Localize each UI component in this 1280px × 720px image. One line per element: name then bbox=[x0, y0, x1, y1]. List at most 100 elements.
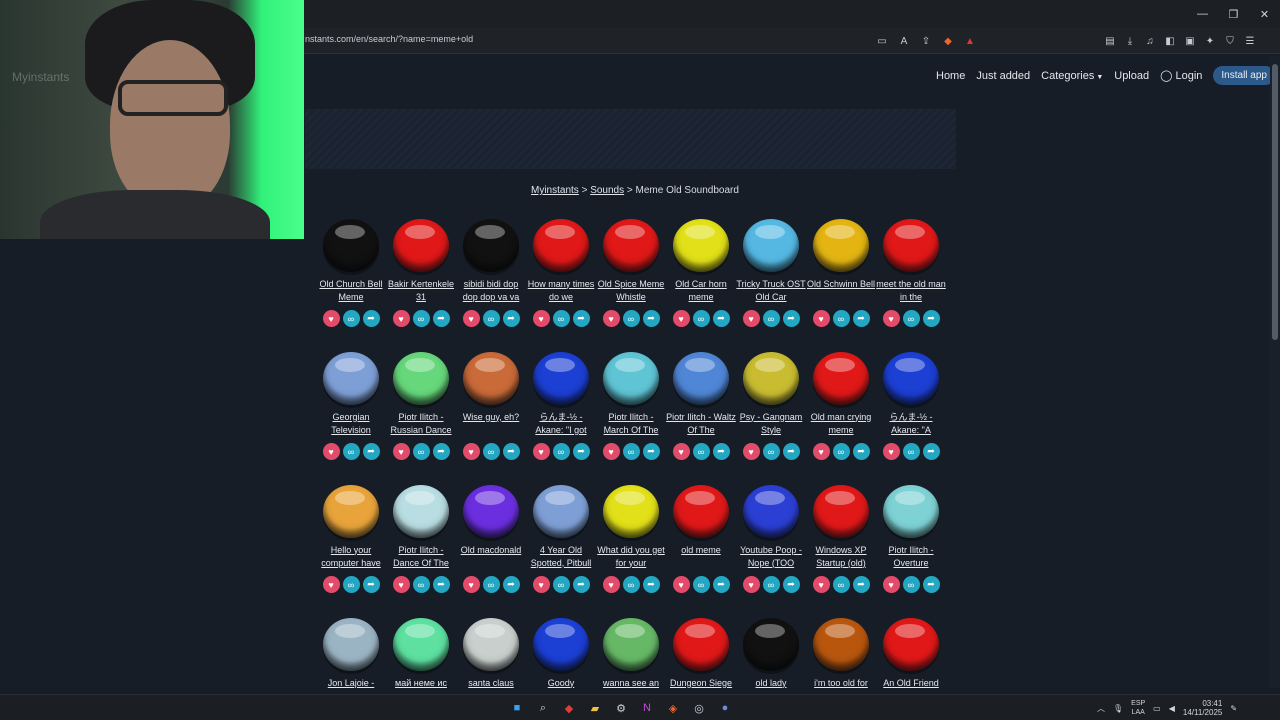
notification-icon[interactable]: ✎ bbox=[1230, 704, 1237, 713]
sound-title-link[interactable]: らんま-½ - Akane: "A bbox=[876, 411, 946, 435]
sound-title-link[interactable]: Old macdonald bbox=[456, 544, 526, 568]
sound-play-button[interactable] bbox=[463, 352, 519, 405]
share-arrow-icon[interactable]: ➦ bbox=[712, 310, 730, 327]
share-arrow-icon[interactable]: ➦ bbox=[782, 576, 800, 593]
favorite-heart-icon[interactable]: ♥ bbox=[812, 443, 830, 460]
sound-title-link[interactable]: Old Car horn meme bbox=[666, 278, 736, 302]
copy-link-icon[interactable]: ∞ bbox=[762, 443, 780, 460]
sound-play-button[interactable] bbox=[463, 219, 519, 272]
favorite-heart-icon[interactable]: ♥ bbox=[742, 576, 760, 593]
vpn-icon[interactable]: ⛉ bbox=[1222, 33, 1238, 49]
share-arrow-icon[interactable]: ➦ bbox=[852, 310, 870, 327]
copy-link-icon[interactable]: ∞ bbox=[762, 576, 780, 593]
sound-title-link[interactable]: Piotr Ilitch - Dance Of The bbox=[386, 544, 456, 568]
copy-link-icon[interactable]: ∞ bbox=[342, 576, 360, 593]
copy-link-icon[interactable]: ∞ bbox=[622, 310, 640, 327]
sound-play-button[interactable] bbox=[813, 618, 869, 671]
sound-play-button[interactable] bbox=[883, 352, 939, 405]
sound-title-link[interactable]: Old Schwinn Bell bbox=[806, 278, 876, 302]
settings-icon[interactable]: ⚙ bbox=[612, 699, 630, 717]
network-icon[interactable]: ▭ bbox=[1153, 704, 1161, 713]
search-icon[interactable]: ⌕ bbox=[534, 699, 552, 717]
sound-title-link[interactable]: Piotr Ilitch - March Of The bbox=[596, 411, 666, 435]
share-arrow-icon[interactable]: ➦ bbox=[432, 443, 450, 460]
sound-play-button[interactable] bbox=[673, 618, 729, 671]
favorite-heart-icon[interactable]: ♥ bbox=[392, 443, 410, 460]
share-arrow-icon[interactable]: ➦ bbox=[362, 443, 380, 460]
sound-play-button[interactable] bbox=[393, 618, 449, 671]
volume-icon[interactable]: ◀ bbox=[1169, 704, 1175, 713]
sound-title-link[interactable]: What did you get for your bbox=[596, 544, 666, 568]
copy-link-icon[interactable]: ∞ bbox=[412, 310, 430, 327]
favorite-heart-icon[interactable]: ♥ bbox=[462, 576, 480, 593]
favorite-heart-icon[interactable]: ♥ bbox=[672, 310, 690, 327]
share-arrow-icon[interactable]: ➦ bbox=[432, 576, 450, 593]
share-arrow-icon[interactable]: ➦ bbox=[642, 576, 660, 593]
chevron-up-icon[interactable]: ︿ bbox=[1097, 703, 1105, 714]
wallet-icon[interactable]: ▣ bbox=[1182, 33, 1198, 49]
sound-title-link[interactable]: Piotr Ilitch - Overture bbox=[876, 544, 946, 568]
sound-play-button[interactable] bbox=[673, 219, 729, 272]
share-arrow-icon[interactable]: ➦ bbox=[712, 576, 730, 593]
copy-link-icon[interactable]: ∞ bbox=[552, 576, 570, 593]
discord-icon[interactable]: ● bbox=[716, 699, 734, 717]
chrome-icon[interactable]: ◎ bbox=[690, 699, 708, 717]
sound-play-button[interactable] bbox=[743, 485, 799, 538]
sound-title-link[interactable]: Hello your computer have bbox=[316, 544, 386, 568]
copy-link-icon[interactable]: ∞ bbox=[342, 310, 360, 327]
favorite-heart-icon[interactable]: ♥ bbox=[812, 576, 830, 593]
copy-link-icon[interactable]: ∞ bbox=[902, 443, 920, 460]
favorite-heart-icon[interactable]: ♥ bbox=[532, 576, 550, 593]
sound-play-button[interactable] bbox=[533, 219, 589, 272]
favorite-heart-icon[interactable]: ♥ bbox=[462, 443, 480, 460]
copy-link-icon[interactable]: ∞ bbox=[832, 310, 850, 327]
share-arrow-icon[interactable]: ➦ bbox=[712, 443, 730, 460]
sound-title-link[interactable]: meet the old man in the bbox=[876, 278, 946, 302]
copy-link-icon[interactable]: ∞ bbox=[692, 576, 710, 593]
share-icon[interactable]: ⇪ bbox=[918, 33, 934, 49]
share-arrow-icon[interactable]: ➦ bbox=[362, 310, 380, 327]
copy-link-icon[interactable]: ∞ bbox=[832, 443, 850, 460]
reader-icon[interactable]: ▤ bbox=[1102, 33, 1118, 49]
favorite-heart-icon[interactable]: ♥ bbox=[742, 310, 760, 327]
site-logo[interactable]: Myinstants bbox=[12, 70, 69, 84]
sound-play-button[interactable] bbox=[463, 618, 519, 671]
copy-link-icon[interactable]: ∞ bbox=[482, 576, 500, 593]
nav-home[interactable]: Home bbox=[936, 70, 965, 82]
favorite-heart-icon[interactable]: ♥ bbox=[322, 576, 340, 593]
sound-play-button[interactable] bbox=[533, 485, 589, 538]
sound-play-button[interactable] bbox=[603, 219, 659, 272]
copy-link-icon[interactable]: ∞ bbox=[342, 443, 360, 460]
nav-upload[interactable]: Upload bbox=[1114, 70, 1149, 82]
sound-play-button[interactable] bbox=[323, 219, 379, 272]
sound-play-button[interactable] bbox=[883, 219, 939, 272]
share-arrow-icon[interactable]: ➦ bbox=[922, 576, 940, 593]
sound-title-link[interactable]: らんま-½ - Akane: "I got bbox=[526, 411, 596, 435]
favorite-heart-icon[interactable]: ♥ bbox=[322, 310, 340, 327]
copy-link-icon[interactable]: ∞ bbox=[482, 443, 500, 460]
sound-play-button[interactable] bbox=[743, 352, 799, 405]
copy-link-icon[interactable]: ∞ bbox=[902, 310, 920, 327]
sound-play-button[interactable] bbox=[393, 485, 449, 538]
share-arrow-icon[interactable]: ➦ bbox=[642, 310, 660, 327]
page-scrollbar[interactable] bbox=[1270, 56, 1280, 688]
share-arrow-icon[interactable]: ➦ bbox=[572, 310, 590, 327]
copy-link-icon[interactable]: ∞ bbox=[482, 310, 500, 327]
copy-link-icon[interactable]: ∞ bbox=[832, 576, 850, 593]
copy-link-icon[interactable]: ∞ bbox=[762, 310, 780, 327]
screen-icon[interactable]: ▭ bbox=[874, 33, 890, 49]
share-arrow-icon[interactable]: ➦ bbox=[572, 576, 590, 593]
copy-link-icon[interactable]: ∞ bbox=[412, 576, 430, 593]
sound-play-button[interactable] bbox=[393, 219, 449, 272]
share-arrow-icon[interactable]: ➦ bbox=[782, 443, 800, 460]
sound-play-button[interactable] bbox=[883, 618, 939, 671]
nav-login[interactable]: ◯ Login bbox=[1160, 69, 1202, 82]
translate-icon[interactable]: A bbox=[896, 33, 912, 49]
close-icon[interactable]: ✕ bbox=[1249, 0, 1280, 28]
favorite-heart-icon[interactable]: ♥ bbox=[882, 443, 900, 460]
breadcrumb-home[interactable]: Myinstants bbox=[531, 185, 579, 196]
sound-title-link[interactable]: Georgian Television bbox=[316, 411, 386, 435]
sound-title-link[interactable]: Old Church Bell Meme bbox=[316, 278, 386, 302]
brave-shield-icon[interactable]: ◆ bbox=[940, 33, 956, 49]
copy-link-icon[interactable]: ∞ bbox=[692, 310, 710, 327]
